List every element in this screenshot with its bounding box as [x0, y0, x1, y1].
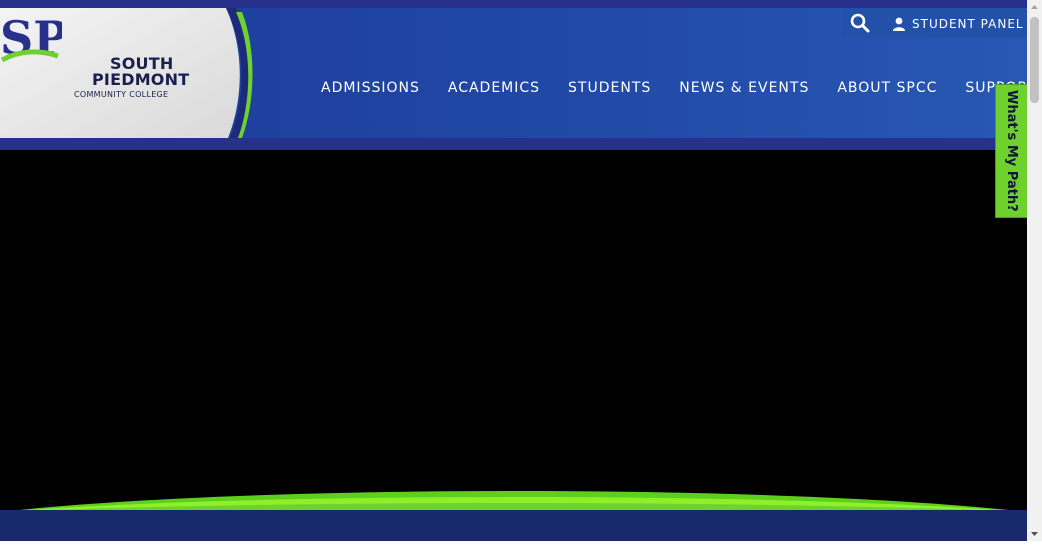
hero-green-arc	[0, 491, 1027, 512]
logo-line-piedmont: PIEDMONT	[92, 70, 190, 89]
top-strip	[0, 0, 1027, 8]
whats-my-path-label: What's My Path?	[1004, 90, 1019, 212]
logo-line-community-college: COMMUNITY COLLEGE	[74, 90, 169, 99]
page-scrollbar[interactable]	[1027, 0, 1042, 541]
nav-admissions[interactable]: ADMISSIONS	[307, 70, 434, 106]
whats-my-path-tab[interactable]: What's My Path?	[995, 84, 1028, 218]
nav-students[interactable]: STUDENTS	[554, 70, 665, 106]
student-panel-link[interactable]: STUDENT PANEL	[892, 14, 1024, 34]
arrow-up-icon	[1031, 5, 1038, 9]
main-nav: ADMISSIONS ACADEMICS STUDENTS NEWS & EVE…	[307, 70, 1042, 106]
logo-mark-icon: SP	[0, 11, 62, 65]
site-logo-link[interactable]: SP SOUTH PIEDMONT COMMUNITY COLLEGE	[0, 8, 260, 138]
scroll-up-button[interactable]	[1027, 0, 1042, 15]
user-icon	[893, 17, 905, 31]
nav-academics[interactable]: ACADEMICS	[434, 70, 554, 106]
student-panel-label: STUDENT PANEL	[912, 17, 1024, 31]
below-hero-bar	[0, 510, 1027, 541]
scroll-down-button[interactable]	[1027, 526, 1042, 541]
scroll-thumb[interactable]	[1030, 17, 1039, 103]
nav-news-events[interactable]: NEWS & EVENTS	[665, 70, 823, 106]
hero-video-area[interactable]	[0, 150, 1027, 512]
search-icon	[850, 13, 870, 33]
header-bottom-band	[0, 138, 1027, 150]
arrow-down-icon	[1031, 532, 1038, 536]
nav-about-spcc[interactable]: ABOUT SPCC	[823, 70, 951, 106]
search-button[interactable]	[848, 11, 872, 35]
